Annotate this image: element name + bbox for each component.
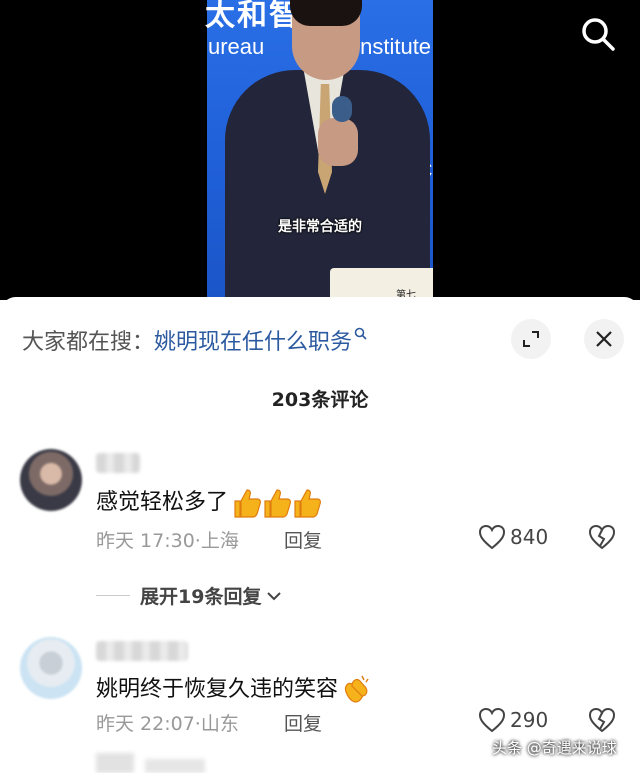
like-button[interactable]: 840: [478, 524, 548, 550]
comment-text-content: 感觉轻松多了: [96, 490, 229, 515]
expand-panel-button[interactable]: [511, 319, 551, 359]
chevron-down-icon: [267, 591, 282, 600]
reply-button[interactable]: 回复: [284, 709, 322, 736]
broken-heart-icon: [588, 524, 616, 550]
reply-button[interactable]: 回复: [284, 526, 322, 553]
comment-count: 203条评论: [271, 389, 369, 411]
comment-text: 感觉轻松多了: [96, 484, 322, 520]
dislike-button[interactable]: [588, 524, 616, 554]
like-count: 840: [510, 525, 549, 549]
small-search-icon: [354, 327, 367, 340]
search-icon: [582, 18, 615, 51]
backdrop-banner-chinese: 太和智: [205, 0, 301, 32]
comment-text: 姚明终于恢复久违的笑容: [96, 671, 372, 706]
avatar-partial[interactable]: [96, 753, 134, 773]
expand-replies-label: 展开19条回复: [140, 586, 262, 608]
comment-meta: 昨天 17:30·上海: [96, 530, 239, 552]
heart-icon: [478, 707, 506, 733]
speaker-hair: [290, 0, 362, 26]
backdrop-banner-english-2: Institute: [354, 34, 432, 59]
backdrop-banner-english-1: ureau: [208, 34, 265, 59]
thumbs-up-emoji: [234, 489, 321, 518]
comment-text-content: 姚明终于恢复久违的笑容: [96, 677, 339, 702]
dislike-button[interactable]: [588, 707, 616, 737]
hot-search-link[interactable]: 姚明现在任什么职务: [154, 330, 352, 355]
comment-location: 上海: [200, 530, 239, 552]
watermark: 头条 @奇遇来说球: [492, 739, 617, 757]
avatar[interactable]: [20, 449, 82, 511]
comment-location: 山东: [200, 713, 239, 735]
clapping-hands-emoji: [344, 675, 369, 703]
comment-panel: 大家都在搜：姚明现在任什么职务 203条评论 感觉轻松多了 昨天 17:30·上…: [0, 297, 640, 773]
comment-time: 昨天 22:07: [96, 713, 195, 735]
username-blurred[interactable]: [96, 641, 188, 661]
comment-item: 感觉轻松多了 昨天 17:30·上海 回复 840: [0, 449, 640, 569]
comment-meta: 昨天 22:07·山东: [96, 713, 239, 735]
hot-search-prefix: 大家都在搜：: [22, 330, 155, 355]
video-player[interactable]: 太和智 ureau Institute 上 C 第七 是非常合适的: [0, 0, 640, 300]
video-subtitle: 是非常合适的: [278, 219, 362, 235]
comment-time: 昨天 17:30: [96, 530, 195, 552]
podium: [330, 268, 433, 300]
username-blurred[interactable]: [96, 453, 140, 473]
microphone: [332, 96, 352, 122]
username-blurred[interactable]: [145, 759, 205, 773]
close-panel-button[interactable]: [584, 319, 624, 359]
close-icon: [596, 331, 612, 347]
hot-search-bar[interactable]: 大家都在搜：姚明现在任什么职务: [22, 324, 368, 356]
like-count: 290: [510, 708, 549, 732]
broken-heart-icon: [588, 707, 616, 733]
divider: [96, 595, 130, 596]
search-button[interactable]: [578, 14, 618, 54]
heart-icon: [478, 524, 506, 550]
speaker-hand: [318, 118, 358, 166]
avatar[interactable]: [20, 637, 82, 699]
like-button[interactable]: 290: [478, 707, 548, 733]
expand-replies-button[interactable]: 展开19条回复: [96, 582, 283, 609]
expand-icon: [523, 331, 539, 347]
